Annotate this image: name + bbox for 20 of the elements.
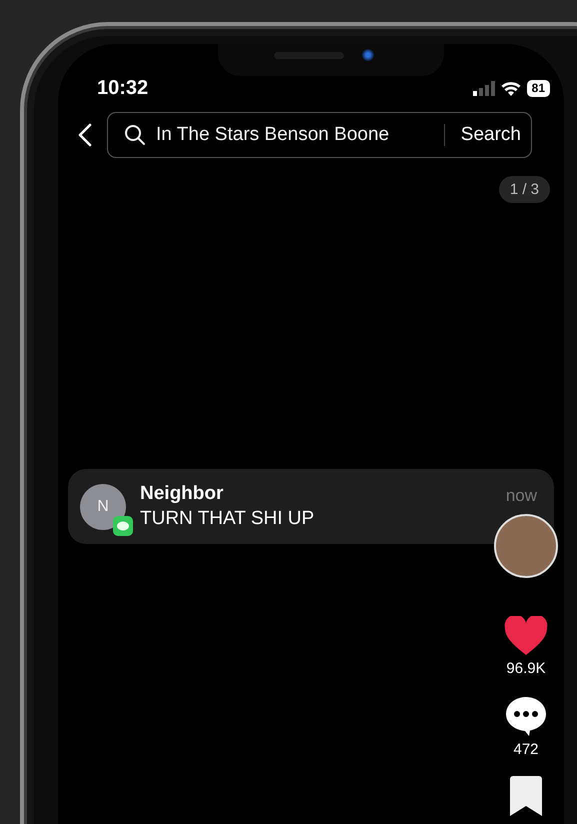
notification-card[interactable]: N Neighbor TURN THAT SHI UP now (68, 469, 554, 544)
bookmark-icon[interactable] (510, 776, 542, 816)
notification-sender: Neighbor (140, 483, 224, 505)
comment-icon[interactable] (505, 695, 547, 737)
battery-level: 81 (526, 80, 550, 96)
action-count: 96.9K (506, 660, 546, 677)
search-bar[interactable]: In The Stars Benson Boone Search (107, 112, 532, 158)
signal-icon (472, 80, 495, 96)
back-icon[interactable] (78, 123, 92, 147)
action-count: 472 (513, 741, 539, 758)
page-counter: 1 / 3 (498, 176, 550, 203)
heart-icon[interactable] (504, 616, 548, 656)
message-icon (113, 516, 133, 536)
notification-message: TURN THAT SHI UP (140, 508, 314, 530)
search-icon (124, 124, 146, 146)
notification-time: now (506, 486, 537, 506)
wifi-icon (500, 80, 521, 96)
search-button[interactable]: Search (454, 124, 521, 146)
search-query: In The Stars Benson Boone (156, 124, 390, 146)
status-time: 10:32 (97, 76, 148, 100)
